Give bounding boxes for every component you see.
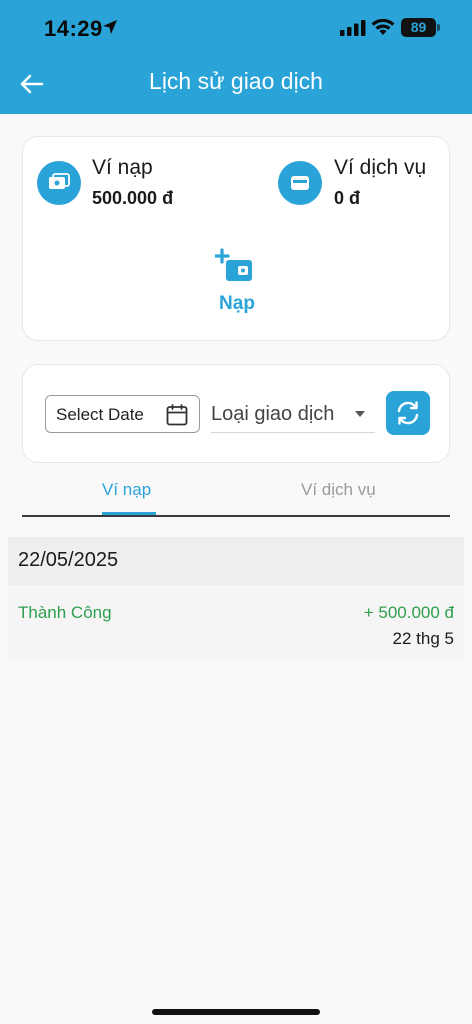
transaction-type-label: Loại giao dịch: [211, 403, 335, 425]
filter-card: Select Date Loại giao dịch: [22, 364, 450, 463]
transaction-date: 22 thg 5: [392, 629, 454, 648]
deposit-wallet-icon: [37, 161, 81, 205]
service-wallet-name: Ví dịch vụ: [334, 156, 427, 179]
battery-cap: [437, 24, 440, 31]
tab-deposit-wallet[interactable]: Ví nạp: [102, 480, 151, 500]
topup-button[interactable]: Nạp: [207, 247, 267, 319]
transaction-row[interactable]: Thành Công + 500.000 đ 22 thg 5: [8, 585, 464, 659]
active-tab-indicator: [102, 512, 156, 515]
page-title: Lịch sử giao dịch: [149, 68, 323, 94]
select-date-button[interactable]: Select Date: [45, 395, 200, 433]
caret-down-icon: [355, 411, 365, 417]
tab-service-wallet[interactable]: Ví dịch vụ: [301, 480, 376, 500]
transaction-status: Thành Công: [18, 603, 112, 622]
transaction-date-header: 22/05/2025: [8, 537, 464, 585]
transaction-amount: + 500.000 đ: [363, 603, 454, 622]
home-indicator: [152, 1009, 320, 1015]
service-wallet-amount: 0 đ: [334, 188, 361, 208]
date-header-text: 22/05/2025: [18, 549, 119, 571]
calendar-icon: [166, 404, 188, 426]
deposit-wallet-amount: 500.000 đ: [92, 188, 174, 208]
status-time: 14:29: [44, 16, 103, 41]
wallet-summary-card: Ví nạp 500.000 đ Ví dịch vụ 0 đ Nạp: [22, 136, 450, 341]
status-bar: 14:29 89: [0, 0, 472, 58]
transaction-type-dropdown[interactable]: Loại giao dịch: [211, 395, 375, 433]
battery-indicator: 89: [401, 18, 436, 37]
location-arrow-icon: [103, 20, 117, 34]
deposit-wallet-name: Ví nạp: [92, 156, 153, 179]
add-wallet-icon: [215, 248, 252, 281]
refresh-button[interactable]: [386, 391, 430, 435]
cellular-signal-icon: [340, 20, 366, 36]
wallet-tabs: Ví nạp Ví dịch vụ: [22, 470, 450, 517]
refresh-icon: [397, 401, 419, 425]
service-wallet-icon: [278, 161, 322, 205]
app-header: 14:29 89 Lịch sử giao dịch: [0, 0, 472, 114]
wifi-icon: [371, 18, 395, 35]
select-date-label: Select Date: [56, 405, 144, 424]
topup-label: Nạp: [219, 293, 255, 314]
